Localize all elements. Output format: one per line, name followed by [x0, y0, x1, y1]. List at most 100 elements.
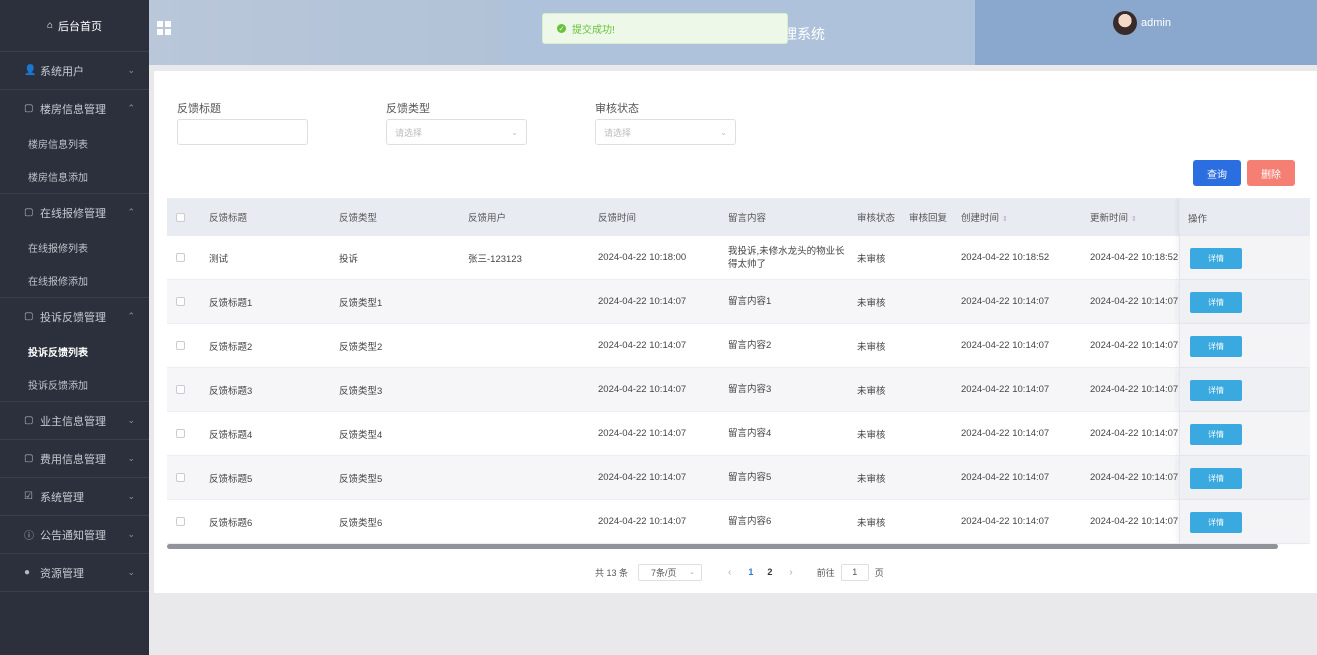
prev-page-icon[interactable]: ‹	[728, 567, 731, 578]
sidebar-group-label: 系统用户	[40, 65, 84, 78]
table-row[interactable]: 反馈标题3 反馈类型3 2024-04-22 10:14:07 留言内容3 未审核 202…	[167, 368, 1310, 412]
cell-updated: 2024-04-22 10:18:52	[1090, 252, 1179, 263]
title-input[interactable]	[177, 119, 308, 145]
cell-title: 反馈标题4	[209, 429, 253, 441]
sidebar-home[interactable]: ⌂ 后台首页	[0, 0, 149, 52]
sidebar-group-title[interactable]: ⓘ 公告通知管理 ⌄	[0, 516, 149, 553]
detail-button[interactable]: 详情	[1190, 468, 1242, 489]
username[interactable]: admin	[1141, 17, 1171, 29]
sidebar-group-title[interactable]: ▢ 在线报修管理 ⌃	[0, 194, 149, 231]
sidebar-home-label: 后台首页	[58, 20, 103, 33]
next-page-icon[interactable]: ›	[789, 567, 792, 578]
cell-title: 反馈标题6	[209, 517, 253, 529]
horizontal-scrollbar[interactable]	[167, 544, 1278, 549]
cell-content: 留言内容1	[728, 296, 772, 307]
detail-button[interactable]: 详情	[1190, 512, 1242, 533]
avatar[interactable]	[1113, 11, 1137, 35]
sort-icon[interactable]: ⇕	[1131, 216, 1137, 223]
sidebar-item[interactable]: 楼房信息列表	[0, 127, 149, 160]
cell-created: 2024-04-22 10:14:07	[961, 472, 1050, 483]
row-checkbox[interactable]	[176, 473, 185, 482]
sidebar-group-title[interactable]: ▢ 业主信息管理 ⌄	[0, 402, 149, 439]
chevron-down-icon: ⌄	[689, 569, 696, 576]
detail-button[interactable]: 详情	[1190, 424, 1242, 445]
cell-type: 反馈类型5	[339, 473, 383, 485]
main-panel: 反馈标题 反馈类型 请选择 ⌄ 审核状态 请选择 ⌄ 查询 删除 反馈标题 反馈…	[154, 71, 1317, 593]
status-select[interactable]: 请选择 ⌄	[595, 119, 736, 145]
delete-button[interactable]: 删除	[1247, 160, 1295, 186]
sidebar-group: ● 资源管理 ⌄	[0, 554, 149, 592]
cell-user: 张三-123123	[468, 253, 522, 265]
sidebar-group-title[interactable]: ▢ 投诉反馈管理 ⌃	[0, 298, 149, 335]
row-checkbox[interactable]	[176, 517, 185, 526]
cell-created: 2024-04-22 10:14:07	[961, 428, 1050, 439]
select-all-checkbox[interactable]	[176, 212, 185, 222]
page-number[interactable]: 2	[767, 567, 772, 577]
sidebar-group-title[interactable]: ▢ 楼房信息管理 ⌃	[0, 90, 149, 127]
cell-created: 2024-04-22 10:14:07	[961, 384, 1050, 395]
menu-icon: ▢	[24, 311, 34, 322]
col-user: 反馈用户	[468, 213, 507, 224]
cell-updated: 2024-04-22 10:14:07	[1090, 296, 1179, 307]
cell-time: 2024-04-22 10:14:07	[598, 516, 687, 527]
cell-status: 未审核	[857, 253, 886, 265]
cell-created: 2024-04-22 10:14:07	[961, 340, 1050, 351]
goto-label: 前往	[816, 567, 835, 578]
sidebar-item[interactable]: 楼房信息添加	[0, 160, 149, 193]
type-select[interactable]: 请选择 ⌄	[386, 119, 527, 145]
cell-title: 反馈标题1	[209, 297, 253, 309]
filter-status-label: 审核状态	[595, 103, 639, 115]
row-checkbox[interactable]	[176, 297, 185, 306]
sidebar-item[interactable]: 投诉反馈添加	[0, 368, 149, 401]
page-number[interactable]: 1	[748, 567, 753, 577]
col-op: 操作	[1188, 214, 1208, 225]
table-row[interactable]: 反馈标题2 反馈类型2 2024-04-22 10:14:07 留言内容2 未审核 202…	[167, 324, 1310, 368]
detail-button[interactable]: 详情	[1190, 380, 1242, 401]
col-created[interactable]: 创建时间 ⇕	[961, 210, 1008, 224]
col-op-header: 操作	[1179, 198, 1310, 236]
menu-icon: ▢	[24, 207, 34, 218]
col-updated[interactable]: 更新时间 ⇕	[1090, 210, 1137, 224]
cell-type: 反馈类型4	[339, 429, 383, 441]
sidebar-group-title[interactable]: ▢ 费用信息管理 ⌄	[0, 440, 149, 477]
row-checkbox[interactable]	[176, 385, 185, 394]
sidebar-item[interactable]: 投诉反馈列表	[0, 335, 149, 368]
menu-icon: ▢	[24, 453, 34, 464]
cell-created: 2024-04-22 10:14:07	[961, 296, 1050, 307]
chevron-icon: ⌄	[127, 567, 135, 577]
cell-created: 2024-04-22 10:14:07	[961, 516, 1050, 527]
sidebar-item[interactable]: 在线报修添加	[0, 264, 149, 297]
row-checkbox[interactable]	[176, 341, 185, 350]
table-row[interactable]: 反馈标题6 反馈类型6 2024-04-22 10:14:07 留言内容6 未审核 202…	[167, 500, 1310, 544]
sidebar-group-label: 楼房信息管理	[40, 103, 106, 116]
table-row[interactable]: 反馈标题4 反馈类型4 2024-04-22 10:14:07 留言内容4 未审核 202…	[167, 412, 1310, 456]
system-title: 理系统	[783, 26, 825, 42]
op-cell: 详情	[1179, 412, 1310, 455]
sidebar-group-label: 费用信息管理	[40, 453, 106, 466]
goto-page-input[interactable]: 1	[840, 563, 869, 581]
sort-icon[interactable]: ⇕	[1002, 216, 1008, 223]
sidebar-group: 👤 系统用户 ⌄	[0, 52, 149, 90]
table-row[interactable]: 反馈标题1 反馈类型1 2024-04-22 10:14:07 留言内容1 未审核 202…	[167, 280, 1310, 324]
menu-icon: ●	[24, 567, 31, 578]
query-button[interactable]: 查询	[1193, 160, 1241, 186]
sidebar-group-title[interactable]: ☑ 系统管理 ⌄	[0, 478, 149, 515]
chevron-icon: ⌃	[127, 207, 135, 217]
detail-button[interactable]: 详情	[1190, 336, 1242, 357]
sidebar-group-title[interactable]: 👤 系统用户 ⌄	[0, 52, 149, 89]
chevron-icon: ⌄	[127, 65, 135, 75]
col-time: 反馈时间	[598, 213, 637, 224]
pagination-total: 共 13 条	[595, 567, 629, 578]
detail-button[interactable]: 详情	[1190, 292, 1242, 313]
row-checkbox[interactable]	[176, 253, 185, 262]
detail-button[interactable]: 详情	[1190, 248, 1242, 269]
page-size-select[interactable]: 7条/页 ⌄	[638, 563, 703, 581]
row-checkbox[interactable]	[176, 429, 185, 438]
feedback-table: 反馈标题 反馈类型 反馈用户 反馈时间 留言内容 审核状态 审核回复 创建时间 ⇕…	[167, 198, 1310, 550]
table-row[interactable]: 反馈标题5 反馈类型5 2024-04-22 10:14:07 留言内容5 未审核 202…	[167, 456, 1310, 500]
sidebar-item[interactable]: 在线报修列表	[0, 231, 149, 264]
sidebar-group-title[interactable]: ● 资源管理 ⌄	[0, 554, 149, 591]
table-row[interactable]: 测试 投诉 张三-123123 2024-04-22 10:18:00 我投诉,未修水龙…	[167, 236, 1310, 280]
menu-toggle-icon[interactable]	[157, 21, 171, 35]
op-cell: 详情	[1179, 456, 1310, 499]
